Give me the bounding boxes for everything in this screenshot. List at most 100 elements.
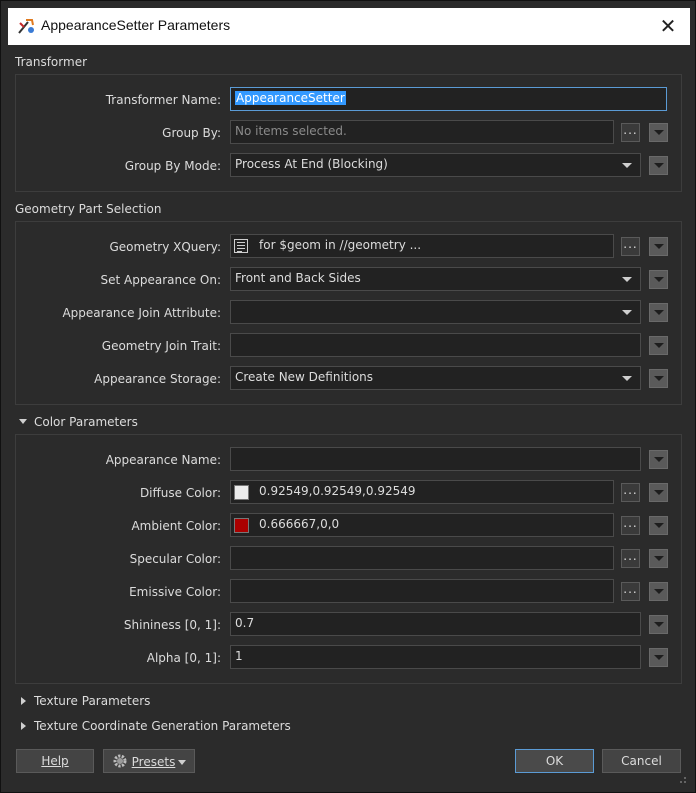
chevron-down-icon [654, 622, 664, 627]
diffuse-color-browse-button[interactable]: ... [621, 483, 640, 502]
appearance-name-menu-button[interactable] [649, 450, 668, 469]
section-geometry: Geometry Part Selection [15, 202, 162, 216]
chevron-down-icon [654, 457, 664, 462]
transformer-name-value: AppearanceSetter [235, 91, 346, 105]
join-attr-menu-button[interactable] [649, 303, 668, 322]
chevron-down-icon [654, 310, 664, 315]
xquery-label: Geometry XQuery: [109, 240, 221, 254]
cancel-button[interactable]: Cancel [602, 749, 681, 773]
fme-transformer-icon [18, 19, 34, 34]
presets-button-label: Presets [131, 755, 176, 769]
ok-button[interactable]: OK [515, 749, 594, 773]
dropdown-arrow-icon [622, 163, 632, 168]
title-bar: AppearanceSetter Parameters ✕ [8, 8, 690, 45]
group-by-label: Group By: [162, 126, 221, 140]
alpha-menu-button[interactable] [649, 648, 668, 667]
chevron-down-icon [654, 130, 664, 135]
group-by-menu-button[interactable] [649, 123, 668, 142]
chevron-down-icon [654, 244, 664, 249]
expand-arrow-icon [21, 721, 26, 730]
storage-select[interactable]: Create New Definitions [230, 366, 641, 390]
storage-label: Appearance Storage: [94, 372, 221, 386]
section-transformer: Transformer [15, 55, 88, 69]
xquery-input[interactable]: for $geom in //geometry ... [230, 234, 614, 258]
group-by-input[interactable]: No items selected. [230, 120, 614, 144]
text-editor-icon [234, 239, 248, 253]
texture-coord-params-label: Texture Coordinate Generation Parameters [34, 719, 291, 733]
emissive-color-menu-button[interactable] [649, 582, 668, 601]
specular-color-input[interactable] [230, 546, 614, 570]
transformer-name-input[interactable]: AppearanceSetter [230, 87, 667, 111]
texture-coord-params-toggle[interactable]: Texture Coordinate Generation Parameters [21, 719, 291, 733]
shininess-input[interactable]: 0.7 [230, 612, 641, 636]
storage-menu-button[interactable] [649, 369, 668, 388]
xquery-value: for $geom in //geometry ... [259, 238, 422, 252]
ambient-color-label: Ambient Color: [131, 519, 221, 533]
chevron-down-icon [654, 163, 664, 168]
set-appearance-label: Set Appearance On: [100, 273, 221, 287]
expand-arrow-icon [19, 419, 27, 424]
set-appearance-select[interactable]: Front and Back Sides [230, 267, 641, 291]
presets-button[interactable]: Presets [103, 749, 195, 773]
ambient-color-swatch[interactable] [234, 518, 249, 533]
join-trait-label: Geometry Join Trait: [101, 339, 221, 353]
diffuse-color-menu-button[interactable] [649, 483, 668, 502]
specular-color-label: Specular Color: [129, 552, 221, 566]
emissive-color-label: Emissive Color: [129, 585, 221, 599]
ambient-color-browse-button[interactable]: ... [621, 516, 640, 535]
ambient-color-input[interactable]: 0.666667,0,0 [230, 513, 614, 537]
xquery-browse-button[interactable]: ... [621, 237, 640, 256]
emissive-color-browse-button[interactable]: ... [621, 582, 640, 601]
set-appearance-value: Front and Back Sides [235, 271, 361, 285]
specular-color-menu-button[interactable] [649, 549, 668, 568]
join-trait-input[interactable] [230, 333, 641, 357]
chevron-down-icon [654, 343, 664, 348]
color-params-label: Color Parameters [34, 415, 138, 429]
group-by-mode-value: Process At End (Blocking) [235, 157, 388, 171]
storage-value: Create New Definitions [235, 370, 374, 384]
emissive-color-input[interactable] [230, 579, 614, 603]
set-appearance-menu-button[interactable] [649, 270, 668, 289]
appearance-name-input[interactable] [230, 447, 641, 471]
texture-params-toggle[interactable]: Texture Parameters [21, 694, 150, 708]
close-icon[interactable]: ✕ [656, 14, 680, 38]
chevron-down-icon [178, 760, 187, 765]
xquery-menu-button[interactable] [649, 237, 668, 256]
help-button-label: Help [41, 754, 69, 768]
group-by-mode-menu-button[interactable] [649, 156, 668, 175]
join-trait-menu-button[interactable] [649, 336, 668, 355]
specular-color-browse-button[interactable]: ... [621, 549, 640, 568]
group-by-browse-button[interactable]: ... [621, 123, 640, 142]
resize-grip-icon[interactable] [677, 774, 687, 784]
dropdown-arrow-icon [622, 376, 632, 381]
diffuse-color-value: 0.92549,0.92549,0.92549 [259, 484, 416, 498]
chevron-down-icon [654, 277, 664, 282]
help-button[interactable]: Help [16, 749, 94, 773]
transformer-name-label: Transformer Name: [105, 93, 221, 107]
join-attr-select[interactable] [230, 300, 641, 324]
expand-arrow-icon [21, 696, 26, 705]
dialog-body: Transformer Transformer Name: Appearance… [8, 45, 690, 787]
diffuse-color-input[interactable]: 0.92549,0.92549,0.92549 [230, 480, 614, 504]
shininess-label: Shininess [0, 1]: [123, 618, 221, 632]
chevron-down-icon [654, 589, 664, 594]
group-by-mode-label: Group By Mode: [124, 159, 221, 173]
dropdown-arrow-icon [622, 310, 632, 315]
ambient-color-menu-button[interactable] [649, 516, 668, 535]
appearance-name-label: Appearance Name: [105, 453, 221, 467]
alpha-input[interactable]: 1 [230, 645, 641, 669]
alpha-label: Alpha [0, 1]: [146, 651, 221, 665]
shininess-menu-button[interactable] [649, 615, 668, 634]
group-by-mode-select[interactable]: Process At End (Blocking) [230, 153, 641, 177]
diffuse-color-swatch[interactable] [234, 485, 249, 500]
gear-icon [113, 754, 127, 768]
window-title: AppearanceSetter Parameters [41, 17, 231, 33]
color-params-toggle[interactable]: Color Parameters [19, 415, 138, 429]
dialog-window: AppearanceSetter Parameters ✕ Transforme… [0, 0, 696, 793]
chevron-down-icon [654, 490, 664, 495]
chevron-down-icon [654, 376, 664, 381]
chevron-down-icon [654, 523, 664, 528]
chevron-down-icon [654, 655, 664, 660]
texture-params-label: Texture Parameters [34, 694, 151, 708]
join-attr-label: Appearance Join Attribute: [62, 306, 221, 320]
